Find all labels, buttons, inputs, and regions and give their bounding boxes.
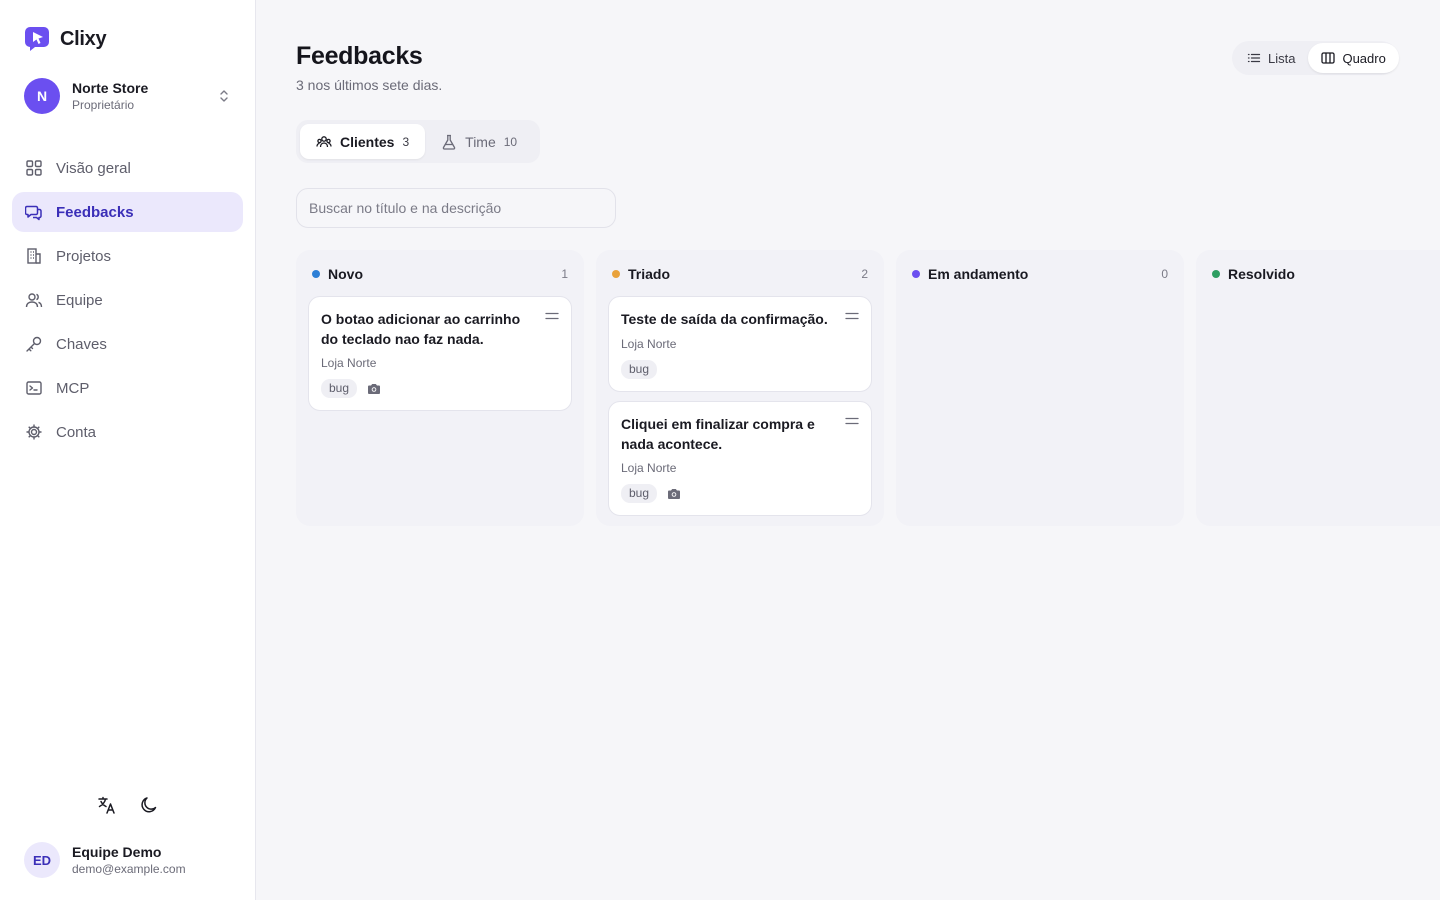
sidebar-item-conta[interactable]: Conta (12, 412, 243, 452)
card-tags: bug (621, 484, 859, 503)
user-email: demo@example.com (72, 862, 186, 876)
sidebar-item-visao-geral[interactable]: Visão geral (12, 148, 243, 188)
sidebar-tools (96, 794, 160, 816)
card-store: Loja Norte (321, 356, 377, 370)
column-header: Resolvido (1212, 266, 1424, 282)
user-profile[interactable]: ED Equipe Demo demo@example.com (24, 842, 186, 878)
card-store: Loja Norte (621, 336, 677, 351)
board-column-novo: Novo 1 O botao adicionar ao carrinho do … (296, 250, 584, 526)
sidebar-item-label: Conta (56, 423, 97, 441)
chat-icon (24, 202, 44, 222)
view-list-button[interactable]: Lista (1234, 43, 1308, 73)
tab-clientes-label: Clientes (340, 133, 395, 150)
brand-name: Clixy (60, 27, 107, 50)
terminal-icon (24, 378, 44, 398)
theme-toggle-button[interactable] (138, 794, 160, 816)
grid-icon (24, 158, 44, 178)
page-subtitle: 3 nos últimos sete dias. (296, 77, 443, 93)
view-list-label: Lista (1268, 50, 1296, 66)
language-button[interactable] (96, 794, 118, 816)
tab-clientes[interactable]: Clientes 3 (300, 124, 426, 159)
sidebar-item-label: Projetos (56, 247, 112, 265)
search-input[interactable] (296, 188, 616, 228)
sidebar-item-label: MCP (56, 379, 90, 397)
view-board-button[interactable]: Quadro (1308, 43, 1399, 73)
key-icon (24, 334, 44, 354)
column-header: Novo 1 (312, 266, 568, 282)
column-count: 0 (1161, 267, 1168, 281)
sidebar-item-equipe[interactable]: Equipe (12, 280, 243, 320)
card-store: Loja Norte (621, 461, 677, 475)
sidebar-item-label: Chaves (56, 335, 107, 353)
status-dot (312, 270, 320, 278)
board-column-triado: Triado 2 Teste de saída da confirmação. … (596, 250, 884, 526)
camera-icon (668, 488, 681, 499)
status-dot (1212, 270, 1220, 278)
tag-badge: bug (321, 379, 358, 398)
sidebar-item-feedbacks[interactable]: Feedbacks (12, 192, 243, 232)
drag-handle-icon[interactable] (845, 311, 859, 321)
gear-icon (24, 422, 44, 442)
view-toggle: Lista Quadro (1232, 41, 1399, 75)
sidebar-item-chaves[interactable]: Chaves (12, 324, 243, 364)
moon-icon (141, 797, 157, 813)
workspace-switcher[interactable]: N Norte Store Proprietário (24, 78, 232, 114)
view-board-label: Quadro (1342, 50, 1386, 66)
tag-badge: bug (621, 359, 658, 379)
audience-segment: Clientes 3 Time 10 (296, 120, 540, 163)
tab-clientes-count: 3 (402, 134, 410, 149)
column-count: 2 (861, 267, 868, 281)
tab-time-label: Time (465, 133, 496, 150)
workspace-avatar: N (24, 78, 60, 114)
tab-time[interactable]: Time 10 (425, 124, 533, 159)
sidebar-nav: Visão geral Feedbacks Projetos Equipe Ch… (12, 148, 243, 456)
sidebar: Clixy N Norte Store Proprietário Visão g… (0, 0, 256, 900)
drag-handle-icon[interactable] (845, 416, 859, 426)
drag-handle-icon[interactable] (545, 311, 559, 321)
workspace-name: Norte Store (72, 80, 149, 96)
card-title: O botao adicionar ao carrinho do teclado… (321, 311, 521, 347)
flask-icon (442, 134, 456, 150)
avatar: ED (24, 842, 60, 878)
status-dot (612, 270, 620, 278)
clixy-logo-icon (25, 27, 49, 51)
users-icon (24, 290, 44, 310)
translate-icon (98, 796, 115, 814)
column-title: Triado (628, 266, 671, 282)
sidebar-item-label: Equipe (56, 291, 103, 309)
tab-time-count: 10 (503, 134, 518, 149)
column-title: Resolvido (1228, 266, 1295, 282)
sidebar-item-mcp[interactable]: MCP (12, 368, 243, 408)
tag-badge: bug (621, 484, 658, 503)
page-title: Feedbacks (296, 42, 423, 70)
workspace-role: Proprietário (72, 98, 135, 112)
card-tags: bug (621, 359, 859, 379)
card-tags: bug (321, 379, 559, 398)
column-header: Triado 2 (612, 266, 868, 282)
status-dot (912, 270, 920, 278)
columns-icon (1321, 52, 1336, 64)
feedback-card[interactable]: O botao adicionar ao carrinho do teclado… (308, 296, 572, 411)
board-column-resolvido: Resolvido (1196, 250, 1440, 526)
column-title: Novo (328, 266, 363, 282)
board-column-em-andamento: Em andamento 0 (896, 250, 1184, 526)
user-name: Equipe Demo (72, 844, 162, 860)
feedback-card[interactable]: Teste de saída da confirmação. Loja Nort… (608, 296, 872, 392)
chevron-up-down-icon[interactable] (216, 87, 232, 105)
building-icon (24, 246, 44, 266)
column-header: Em andamento 0 (912, 266, 1168, 282)
sidebar-item-label: Feedbacks (56, 203, 134, 221)
users-icon (316, 135, 332, 147)
card-title: Cliquei em finalizar compra e nada acont… (621, 416, 815, 452)
camera-icon (368, 383, 381, 394)
brand[interactable]: Clixy (24, 26, 107, 52)
sidebar-item-label: Visão geral (56, 159, 131, 177)
column-count: 1 (561, 267, 568, 281)
sidebar-item-projetos[interactable]: Projetos (12, 236, 243, 276)
card-title: Teste de saída da confirmação. (621, 311, 828, 327)
column-title: Em andamento (928, 266, 1029, 282)
feedback-card[interactable]: Cliquei em finalizar compra e nada acont… (608, 401, 872, 516)
list-icon (1247, 53, 1261, 63)
